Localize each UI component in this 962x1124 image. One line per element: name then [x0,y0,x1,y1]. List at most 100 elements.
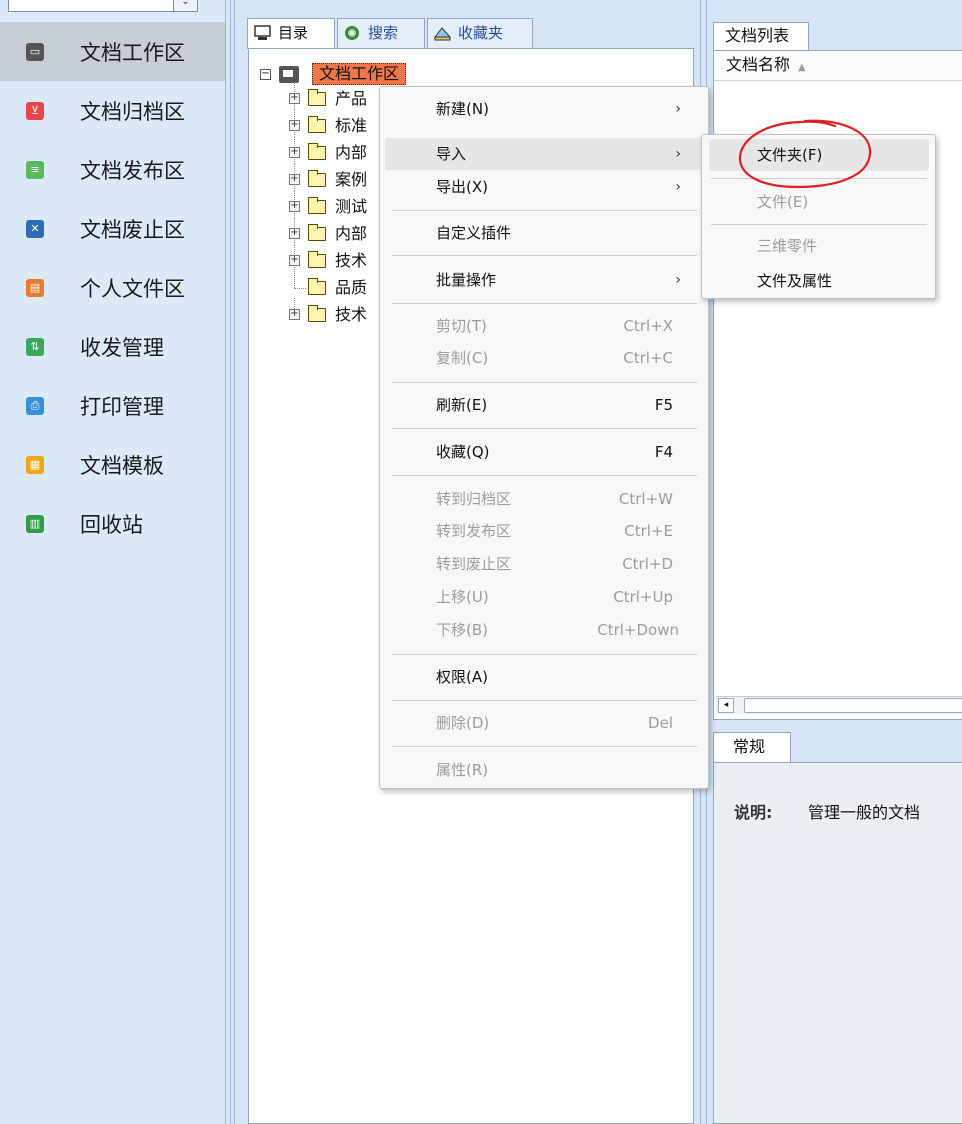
chevron-right-icon: › [675,179,681,195]
menu-item-copy[interactable]: 复制(C) Ctrl+C [385,342,703,374]
tree-root-node[interactable]: 文档工作区 [312,63,407,85]
tab-document-list[interactable]: 文档列表 [713,22,809,50]
menu-item-label: 下移(B) [436,621,488,639]
menu-item-refresh[interactable]: 刷新(E) F5 [385,389,703,421]
submenu-item-file-with-attributes[interactable]: 文件及属性 [709,265,929,297]
sidebar-item-publish[interactable]: ≡ 文档发布区 [0,140,225,199]
sidebar-item-mail[interactable]: ⇅ 收发管理 [0,317,225,376]
tab-general[interactable]: 常规 [713,732,791,762]
folder-icon [308,224,326,241]
expand-icon[interactable]: + [289,228,300,239]
menu-item-label: 删除(D) [436,714,490,732]
sidebar-item-abolish[interactable]: ✕ 文档废止区 [0,199,225,258]
folder-icon [308,116,326,133]
sidebar: ⌄ ▭ 文档工作区 ⊻ 文档归档区 ≡ 文档发布区 ✕ 文档废止区 ▤ 个人文件… [0,0,226,1124]
scrollbar-thumb[interactable] [744,698,962,713]
menu-separator [392,700,697,701]
sidebar-item-label: 文档工作区 [80,40,185,65]
folder-icon [308,170,326,187]
menu-item-label: 收藏(Q) [436,443,490,461]
template-icon: ▦ [26,455,44,474]
sidebar-item-print[interactable]: ⎙ 打印管理 [0,376,225,435]
collapse-icon[interactable]: − [260,69,271,80]
submenu-item-3d-part[interactable]: 三维零件 [709,230,929,262]
scroll-left-icon[interactable]: ◂ [718,698,734,713]
menu-item-import[interactable]: 导入 › [385,138,703,170]
tab-directory[interactable]: 目录 [247,18,335,49]
menu-shortcut: Ctrl+C [623,349,673,367]
menu-item-delete[interactable]: 删除(D) Del [385,707,703,739]
menu-shortcut: Ctrl+Down [597,621,679,639]
search-icon [345,26,359,40]
folder-icon [308,251,326,268]
column-header-document-name[interactable]: 文档名称 ▲ [714,51,962,81]
sidebar-item-label: 文档归档区 [80,99,185,124]
sidebar-item-label: 打印管理 [80,394,164,419]
menu-item-cut[interactable]: 剪切(T) Ctrl+X [385,310,703,342]
dropdown-icon[interactable]: ⌄ [173,0,197,11]
menu-item-label: 三维零件 [757,237,818,255]
sidebar-item-personal[interactable]: ▤ 个人文件区 [0,258,225,317]
splitter[interactable] [230,0,231,1124]
horizontal-scrollbar[interactable]: ◂ [716,696,962,714]
expand-icon[interactable]: + [289,174,300,185]
expand-icon[interactable]: + [289,93,300,104]
sidebar-item-label: 文档发布区 [80,158,185,183]
menu-item-properties[interactable]: 属性(R) [385,754,703,786]
expand-icon[interactable]: + [289,120,300,131]
menu-item-batch[interactable]: 批量操作 › [385,264,703,296]
menu-item-favorite[interactable]: 收藏(Q) F4 [385,436,703,468]
annotation-circle [738,119,872,189]
expand-icon[interactable]: + [289,147,300,158]
sidebar-item-template[interactable]: ▦ 文档模板 [0,435,225,494]
chevron-right-icon: › [675,101,681,117]
tab-search[interactable]: 搜索 [337,18,425,48]
folder-icon [308,278,326,295]
sidebar-item-label: 文档废止区 [80,217,185,242]
menu-separator [392,654,697,655]
menu-shortcut: Ctrl+W [618,490,673,508]
expand-icon[interactable]: + [289,255,300,266]
menu-item-label: 自定义插件 [436,224,512,242]
sidebar-item-archive[interactable]: ⊻ 文档归档区 [0,81,225,140]
menu-separator [392,746,697,747]
sidebar-search-input[interactable]: ⌄ [8,0,198,12]
menu-separator [392,255,697,256]
sidebar-item-workspace[interactable]: ▭ 文档工作区 [0,22,225,81]
tab-favorites[interactable]: 收藏夹 [427,18,533,48]
properties-panel: 说明: 管理一般的文档 [713,762,962,1124]
folder-icon [308,143,326,160]
menu-item-to-publish[interactable]: 转到发布区 Ctrl+E [385,515,703,547]
favorites-icon [434,27,451,41]
tree-connector [294,288,306,289]
expand-icon[interactable]: + [289,201,300,212]
monitor-icon [279,66,299,83]
menu-item-label: 导入 [436,145,467,163]
folder-icon [308,89,326,106]
sidebar-item-label: 收发管理 [80,335,164,360]
sidebar-item-label: 文档模板 [80,453,164,478]
tab-label: 搜索 [368,24,399,42]
tab-label: 目录 [278,24,309,42]
column-header-label: 文档名称 [726,55,791,74]
menu-item-move-down[interactable]: 下移(B) Ctrl+Down [385,614,703,646]
description-label: 说明: [734,803,773,822]
menu-item-to-abolish[interactable]: 转到废止区 Ctrl+D [385,548,703,580]
menu-item-label: 属性(R) [436,761,489,779]
tree-connector [294,271,295,288]
chevron-right-icon: › [675,272,681,288]
menu-separator [392,303,697,304]
menu-item-to-archive[interactable]: 转到归档区 Ctrl+W [385,483,703,515]
menu-item-move-up[interactable]: 上移(U) Ctrl+Up [385,581,703,613]
expand-icon[interactable]: + [289,309,300,320]
menu-item-export[interactable]: 导出(X) › [385,171,703,203]
sidebar-item-trash[interactable]: ▥ 回收站 [0,494,225,553]
menu-item-label: 导出(X) [436,178,488,196]
menu-item-new[interactable]: 新建(N) › [385,93,703,125]
splitter [234,0,235,1124]
publish-icon: ≡ [26,160,44,179]
menu-item-custom-plugin[interactable]: 自定义插件 [385,217,703,249]
menu-item-permissions[interactable]: 权限(A) [385,661,703,693]
menu-shortcut: Del [648,714,673,732]
tab-label: 收藏夹 [458,24,504,42]
